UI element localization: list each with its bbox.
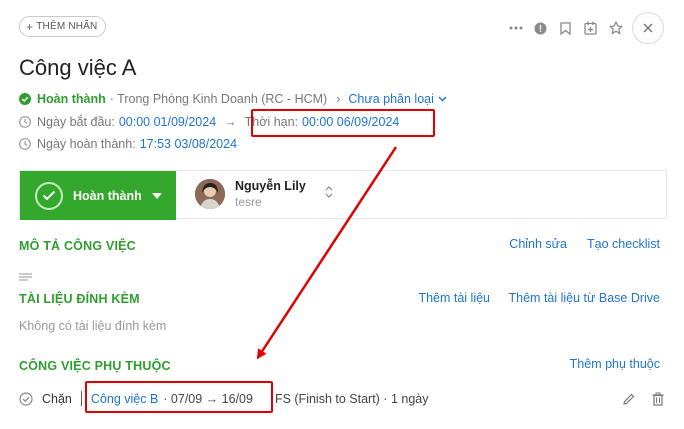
close-button[interactable]	[632, 12, 664, 44]
trash-icon[interactable]	[652, 392, 664, 411]
description-title: MÔ TẢ CÔNG VIỆC	[19, 239, 136, 253]
calendar-add-icon[interactable]	[578, 13, 603, 43]
edit-icon[interactable]	[622, 392, 636, 411]
star-icon[interactable]	[603, 13, 628, 43]
add-tag-button[interactable]: + THÊM NHÃN	[19, 16, 107, 37]
assignee-subtitle: tesre	[235, 195, 262, 209]
top-toolbar	[503, 12, 664, 44]
dependencies-title: CÔNG VIỆC PHỤ THUỘC	[19, 359, 171, 373]
check-circle-outline-icon	[19, 391, 33, 406]
plus-icon: +	[26, 19, 34, 34]
attachments-title: TÀI LIỆU ĐÍNH KÈM	[19, 292, 140, 306]
avatar	[195, 179, 225, 209]
close-icon	[643, 23, 653, 33]
menu-lines-icon	[19, 268, 32, 286]
dependency-relation: FS (Finish to Start) · 1 ngày	[274, 391, 429, 406]
check-icon	[35, 181, 63, 210]
clock-icon	[19, 138, 31, 150]
assignee[interactable]: Nguyễn Lily tesre	[195, 179, 306, 209]
status-button-label: Hoàn thành	[73, 188, 142, 203]
page-title: Công việc A	[19, 55, 137, 80]
location-text: · Trong Phòng Kinh Doanh (RC - HCM)	[109, 92, 328, 106]
caret-down-icon	[151, 192, 162, 199]
check-circle-icon	[19, 93, 31, 105]
category-dropdown[interactable]: Chưa phân loại	[348, 92, 434, 106]
add-dependency-link[interactable]: Thêm phụ thuộc	[570, 357, 660, 371]
create-checklist-link[interactable]: Tạo checklist	[587, 237, 660, 251]
sort-arrows-icon[interactable]	[325, 185, 333, 201]
more-icon[interactable]	[503, 13, 528, 43]
add-attachment-link[interactable]: Thêm tài liệu	[418, 291, 490, 305]
chevron-down-icon	[438, 96, 447, 102]
status-button[interactable]: Hoàn thành	[20, 171, 176, 220]
status-bar: Hoàn thành Nguyễn Lily tesre	[19, 170, 667, 220]
bookmark-icon[interactable]	[553, 13, 578, 43]
start-label: Ngày bắt đầu:	[37, 115, 115, 129]
add-tag-label: THÊM NHÃN	[36, 21, 98, 32]
no-attachments-text: Không có tài liệu đính kèm	[19, 319, 167, 333]
completed-label: Ngày hoàn thành:	[37, 137, 136, 151]
dependency-highlight-box	[85, 381, 273, 413]
alert-icon[interactable]	[528, 13, 553, 43]
chevron-right-icon: ›	[336, 92, 341, 106]
start-value[interactable]: 00:00 01/09/2024	[119, 115, 216, 129]
status-row: Hoàn thành · Trong Phòng Kinh Doanh (RC …	[19, 92, 447, 106]
add-drive-attachment-link[interactable]: Thêm tài liệu từ Base Drive	[509, 291, 660, 305]
clock-icon	[19, 116, 31, 128]
edit-description-link[interactable]: Chỉnh sửa	[509, 237, 567, 251]
arrow-right-icon: →	[224, 115, 237, 129]
assignee-name: Nguyễn Lily	[235, 179, 306, 193]
divider	[80, 391, 82, 406]
deadline-highlight-box	[251, 109, 435, 137]
status-label: Hoàn thành	[37, 92, 106, 106]
completed-row: Ngày hoàn thành: 17:53 03/08/2024	[19, 137, 237, 151]
completed-value: 17:53 03/08/2024	[139, 137, 238, 151]
dependency-type: Chặn	[42, 391, 72, 406]
